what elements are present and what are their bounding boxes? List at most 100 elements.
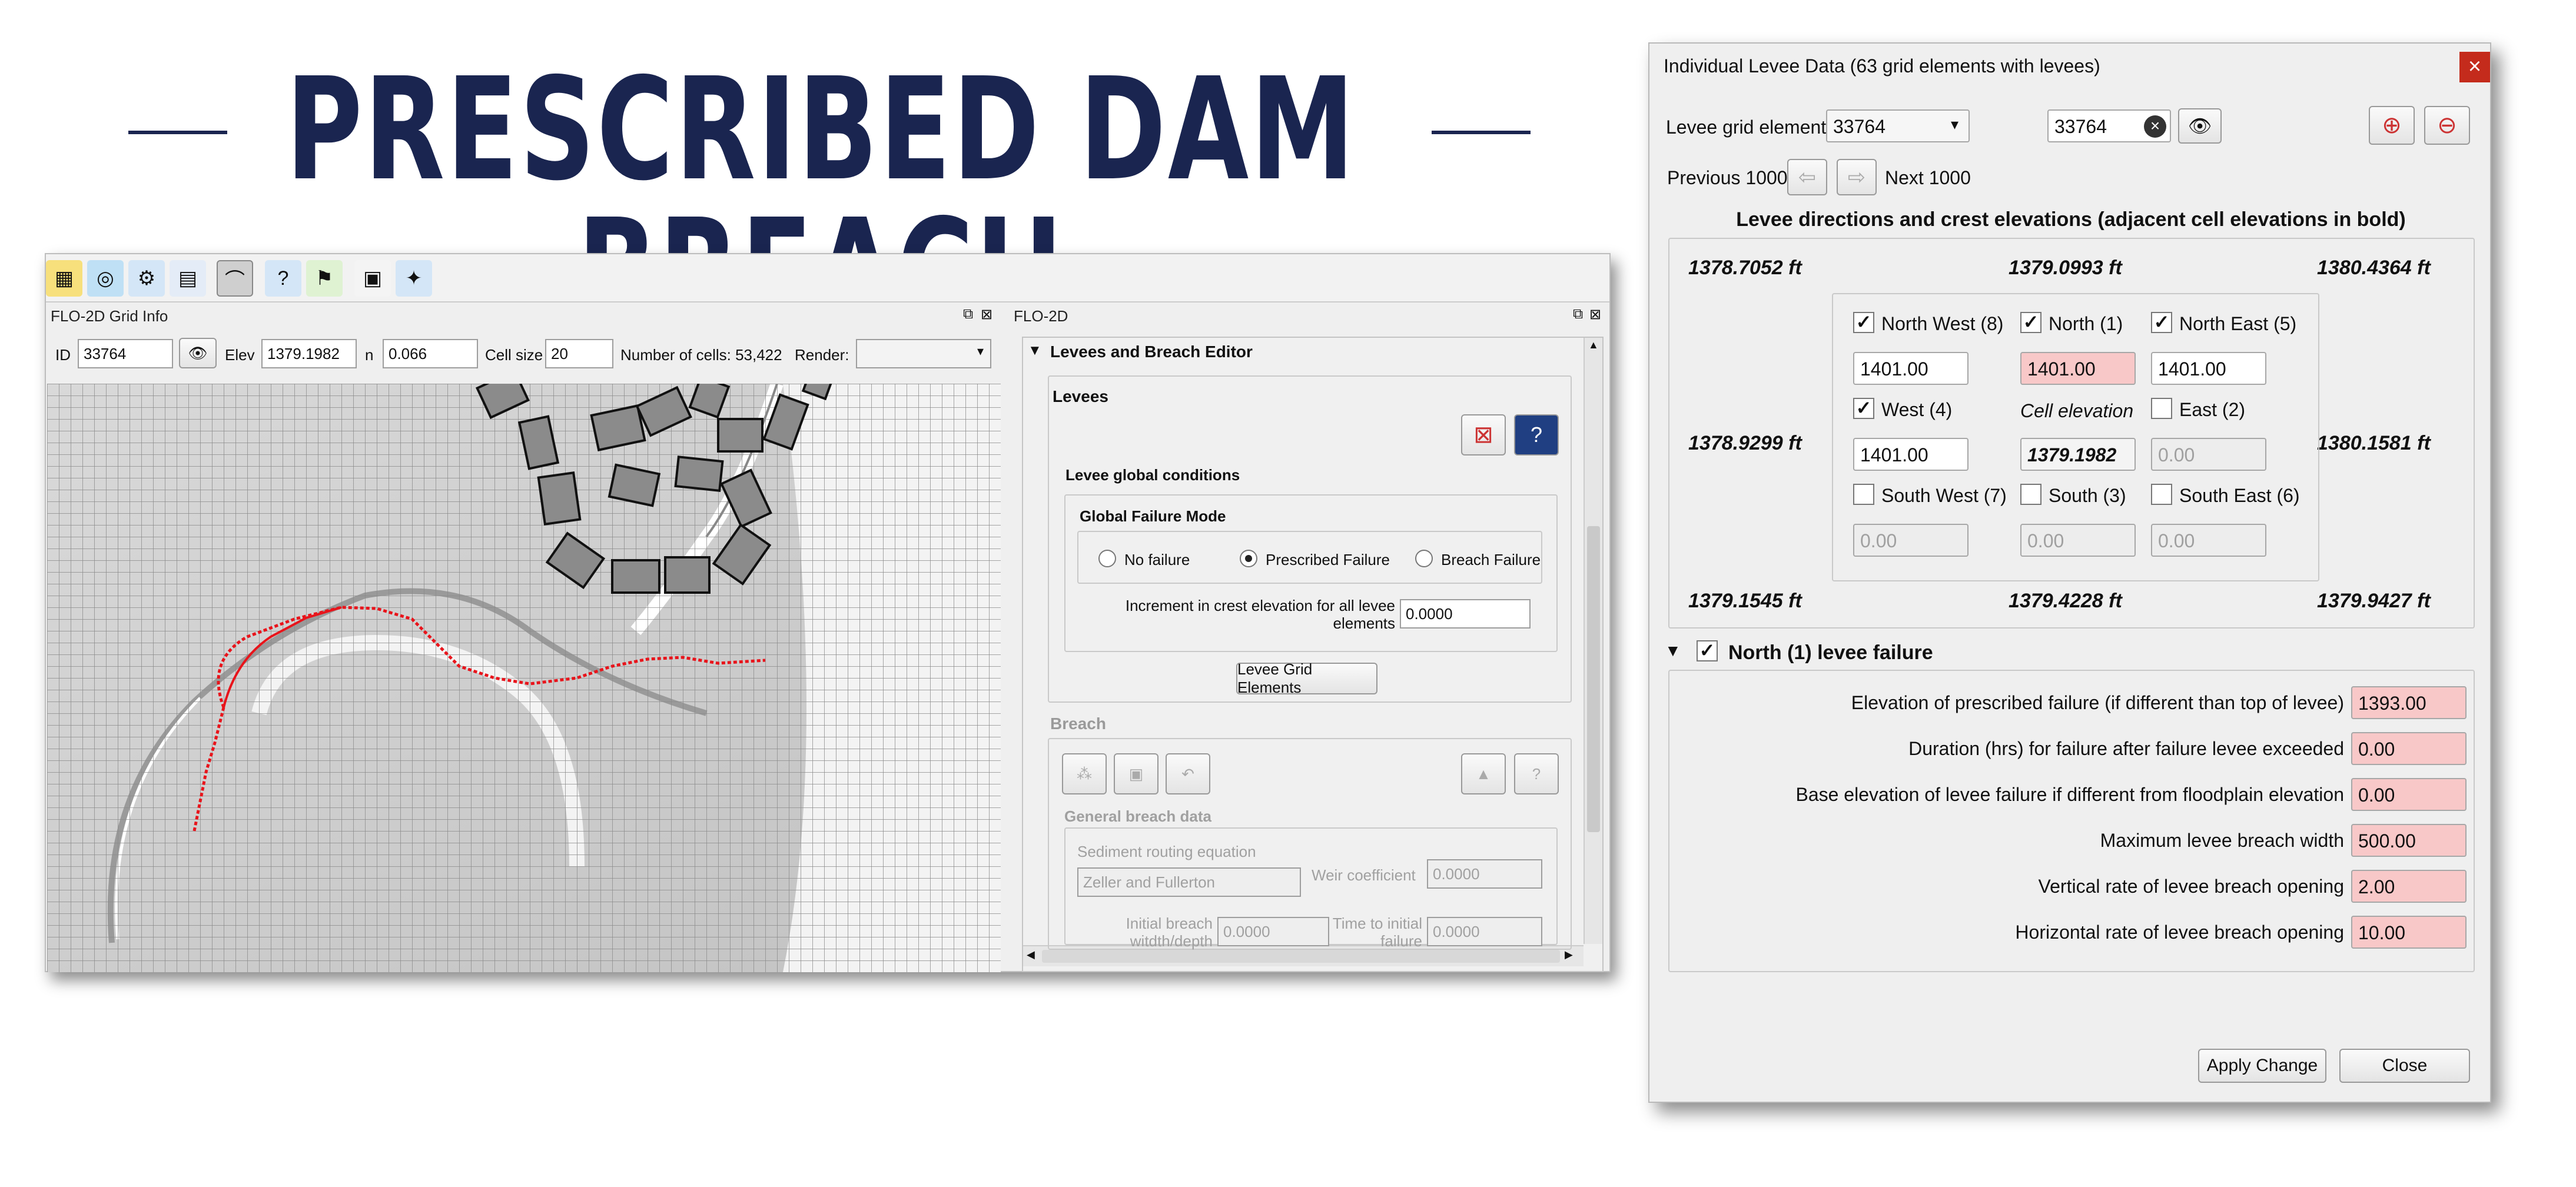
scroll-left-icon[interactable]: ◀	[1027, 949, 1035, 961]
failure-row-value[interactable]: 1393.00	[2351, 686, 2467, 719]
report-icon[interactable]: ▣	[354, 260, 391, 297]
failure-row-value[interactable]: 500.00	[2351, 824, 2467, 857]
id-label: ID	[55, 346, 71, 364]
eye-icon: 👁	[188, 344, 208, 362]
grid-table-icon[interactable]: ▤	[170, 260, 206, 297]
radio-breach[interactable]	[1415, 550, 1433, 567]
sw-value[interactable]: 0.00	[1853, 524, 1968, 557]
editor-scrollbar[interactable]: ▲	[1584, 338, 1602, 944]
sediment-label: Sediment routing equation	[1077, 843, 1256, 860]
sediment-select[interactable]: Zeller and Fullerton	[1077, 867, 1301, 897]
run-icon[interactable]: ⚙	[128, 260, 165, 297]
adj-sw: 1379.1545 ft	[1688, 590, 1802, 612]
map-canvas[interactable]	[47, 384, 1001, 972]
weir-field[interactable]: 0.0000	[1427, 859, 1542, 889]
adj-ne: 1380.4364 ft	[2317, 257, 2431, 279]
sw-checkbox[interactable]	[1853, 484, 1874, 505]
adj-nw: 1378.7052 ft	[1688, 257, 1802, 279]
scroll-up-icon[interactable]: ▲	[1588, 339, 1599, 351]
w-checkbox[interactable]: ✓	[1853, 398, 1874, 419]
zoom-in-button[interactable]: ⊕	[2369, 106, 2415, 145]
help-button[interactable]: ?	[1514, 414, 1559, 455]
failure-checkbox[interactable]: ✓	[1697, 640, 1718, 661]
initial-breach-label-2: witdth/depth	[1130, 932, 1213, 950]
n-value[interactable]: 1401.00	[2020, 352, 2136, 385]
grid-info-float-icon[interactable]: ⧉	[963, 306, 973, 322]
grid-element-label: Levee grid element	[1666, 117, 1827, 138]
se-checkbox[interactable]	[2151, 484, 2172, 505]
s-checkbox[interactable]	[2020, 484, 2041, 505]
e-value[interactable]: 0.00	[2151, 438, 2266, 471]
clear-icon[interactable]: ×	[2144, 115, 2166, 138]
breach-tool-button-1[interactable]: ⁂	[1062, 753, 1107, 794]
failure-row-value[interactable]: 0.00	[2351, 778, 2467, 811]
levees-label: Levees	[1053, 387, 1108, 405]
grid-element-select[interactable]: 33764	[1826, 109, 1970, 142]
scroll-right-icon[interactable]: ▶	[1565, 949, 1573, 961]
breach-tool-button-4[interactable]: ▲	[1461, 753, 1506, 794]
zoom-out-button[interactable]: ⊖	[2424, 106, 2470, 145]
time-initial-field[interactable]: 0.0000	[1427, 917, 1542, 946]
cellsize-label: Cell size	[485, 346, 543, 364]
elev-field[interactable]: 1379.1982	[261, 339, 357, 368]
previous-label: Previous 1000	[1667, 167, 1788, 188]
se-value[interactable]: 0.00	[2151, 524, 2266, 557]
dialog-close-icon[interactable]: ×	[2459, 52, 2490, 82]
n-field[interactable]: 0.066	[383, 339, 478, 368]
increment-field[interactable]: 0.0000	[1400, 599, 1531, 629]
increment-label-1: Increment in crest elevation for all lev…	[1125, 597, 1395, 614]
eye-button[interactable]: 👁	[2178, 108, 2222, 144]
directions-group: 1378.7052 ft 1379.0993 ft 1380.4364 ft 1…	[1668, 238, 2475, 629]
help-tools-icon[interactable]: ?	[265, 260, 301, 297]
failure-row-value[interactable]: 2.00	[2351, 870, 2467, 903]
apply-change-button[interactable]: Apply Change	[2198, 1049, 2326, 1083]
adj-s: 1379.4228 ft	[2009, 590, 2122, 612]
close-button[interactable]: Close	[2339, 1049, 2470, 1083]
e-checkbox[interactable]	[2151, 398, 2172, 419]
failure-expand-icon[interactable]: ▼	[1665, 641, 1681, 660]
radio-prescribed[interactable]	[1240, 550, 1257, 567]
undo-icon[interactable]: ↶	[1166, 753, 1210, 794]
cell-elevation-value: 1379.1982	[2020, 438, 2136, 471]
failure-row-value[interactable]: 10.00	[2351, 916, 2467, 949]
section-expand-icon[interactable]: ▼	[1028, 343, 1042, 359]
flo2d-close-icon[interactable]: ⊠	[1589, 306, 1601, 323]
previous-button[interactable]: ⇦	[1787, 159, 1827, 195]
n-label: n	[365, 346, 374, 364]
delete-levee-button[interactable]: ⊠	[1461, 414, 1506, 455]
grid-tools-icon[interactable]: ▦	[46, 260, 82, 297]
levees-group: Levees ⊠ ? Levee global conditions Globa…	[1048, 375, 1572, 703]
eye-button[interactable]: 👁	[179, 338, 217, 368]
info-flag-icon[interactable]: ⚑	[306, 260, 343, 297]
scroll-thumb[interactable]	[1587, 526, 1600, 832]
adj-e: 1380.1581 ft	[2317, 432, 2431, 454]
save-icon[interactable]: ▣	[1114, 753, 1158, 794]
radio-no-failure[interactable]	[1098, 550, 1116, 567]
next-button[interactable]: ⇨	[1837, 159, 1877, 195]
grid-info-close-icon[interactable]: ⊠	[981, 306, 992, 323]
hscroll-thumb[interactable]	[1042, 950, 1560, 963]
ne-checkbox[interactable]: ✓	[2151, 312, 2172, 333]
levee-icon[interactable]: ⌒	[217, 260, 253, 297]
failure-section-title: North (1) levee failure	[1728, 641, 1933, 664]
adj-se: 1379.9427 ft	[2317, 590, 2431, 612]
globe-settings-icon[interactable]: ◎	[87, 260, 124, 297]
render-select[interactable]	[856, 339, 991, 368]
breach-group: ⁂ ▣ ↶ ▲ ? General breach data Sediment r…	[1048, 738, 1572, 950]
flo2d-editor: ▼ Levees and Breach Editor ▲ ◀ ▶ Levees …	[1022, 337, 1604, 972]
flo2d-float-icon[interactable]: ⧉	[1573, 306, 1583, 322]
nw-checkbox[interactable]: ✓	[1853, 312, 1874, 333]
cellsize-field[interactable]: 20	[545, 339, 613, 368]
failure-row-value[interactable]: 0.00	[2351, 732, 2467, 765]
w-value[interactable]: 1401.00	[1853, 438, 1968, 471]
breach-help-button[interactable]: ?	[1514, 753, 1559, 794]
ne-value[interactable]: 1401.00	[2151, 352, 2266, 385]
nw-value[interactable]: 1401.00	[1853, 352, 1968, 385]
levee-grid-elements-button[interactable]: Levee Grid Elements	[1236, 660, 1377, 696]
s-value[interactable]: 0.00	[2020, 524, 2136, 557]
n-checkbox[interactable]: ✓	[2020, 312, 2041, 333]
settings-icon[interactable]: ✦	[396, 260, 432, 297]
id-field[interactable]: 33764	[78, 339, 173, 368]
grid-info-panel-title: FLO-2D Grid Info	[51, 307, 168, 325]
direction-grid: ✓ North West (8) 1401.00 ✓ North (1) 140…	[1832, 293, 2319, 581]
